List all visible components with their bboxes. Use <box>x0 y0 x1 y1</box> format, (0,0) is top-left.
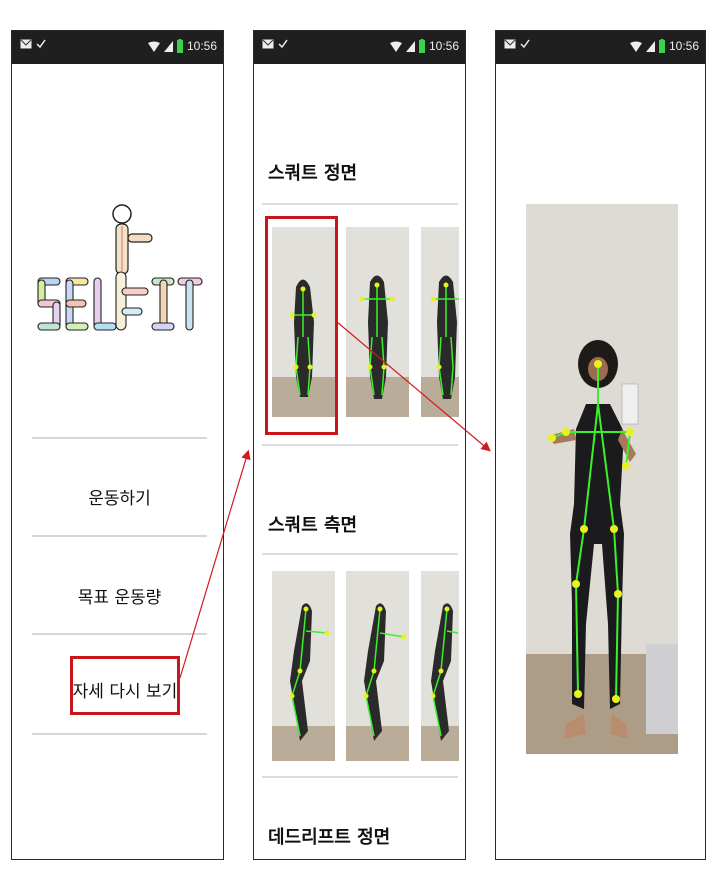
battery-icon <box>176 39 183 53</box>
mail-icon <box>262 39 274 49</box>
wifi-icon <box>389 41 402 52</box>
signal-icon <box>645 40 655 52</box>
pose-skeleton-image <box>421 571 459 761</box>
phone-screen-pose-detail: 10:56 <box>495 30 706 860</box>
check-icon <box>36 39 46 49</box>
status-bar: 10:56 <box>12 31 223 64</box>
highlight-box <box>265 216 338 435</box>
status-time: 10:56 <box>186 39 217 53</box>
check-icon <box>278 39 288 49</box>
wifi-icon <box>147 41 160 52</box>
thumbnail-squat-side[interactable] <box>421 571 459 761</box>
selfit-logo <box>37 204 203 331</box>
pose-skeleton-image <box>346 571 409 761</box>
status-time: 10:56 <box>668 39 699 53</box>
menu-item-exercise[interactable]: 운동하기 <box>32 484 207 509</box>
section-divider <box>262 203 458 205</box>
menu-divider <box>32 437 207 439</box>
mail-icon <box>504 39 516 49</box>
thumbnail-squat-front[interactable] <box>346 227 409 417</box>
signal-icon <box>405 40 415 52</box>
thumbnail-squat-side[interactable] <box>346 571 409 761</box>
menu-item-goal-amount[interactable]: 목표 운동량 <box>32 583 207 608</box>
pose-skeleton-image <box>272 571 335 761</box>
battery-icon <box>418 39 425 53</box>
menu-item-review-posture[interactable]: 자세 다시 보기 <box>70 677 180 702</box>
phone-screen-posture-list: 10:56 스쿼트 정면 스쿼트 측면 데드리프트 정면 <box>253 30 466 860</box>
check-icon <box>520 39 530 49</box>
mail-icon <box>20 39 32 49</box>
pose-skeleton-image <box>346 227 409 417</box>
status-time: 10:56 <box>428 39 459 53</box>
section-divider <box>262 553 458 555</box>
section-title-squat-front: 스쿼트 정면 <box>268 163 358 184</box>
menu-divider <box>32 633 207 635</box>
menu-divider <box>32 733 207 735</box>
wifi-icon <box>629 41 642 52</box>
section-divider <box>262 776 458 778</box>
phone-screen-home: 10:56 운동하기 목표 운동량 자세 다시 보기 <box>11 30 224 860</box>
pose-skeleton-image <box>421 227 459 417</box>
thumbnail-squat-side[interactable] <box>272 571 335 761</box>
section-title-squat-side: 스쿼트 측면 <box>268 515 358 536</box>
status-bar: 10:56 <box>254 31 465 64</box>
status-bar: 10:56 <box>496 31 705 64</box>
pose-detail-image[interactable] <box>526 204 678 754</box>
thumbnail-squat-front[interactable] <box>421 227 459 417</box>
signal-icon <box>163 40 173 52</box>
section-divider <box>262 444 458 446</box>
menu-divider <box>32 535 207 537</box>
battery-icon <box>658 39 665 53</box>
pose-skeleton-image <box>526 204 678 754</box>
section-title-deadlift-front: 데드리프트 정면 <box>268 827 391 848</box>
